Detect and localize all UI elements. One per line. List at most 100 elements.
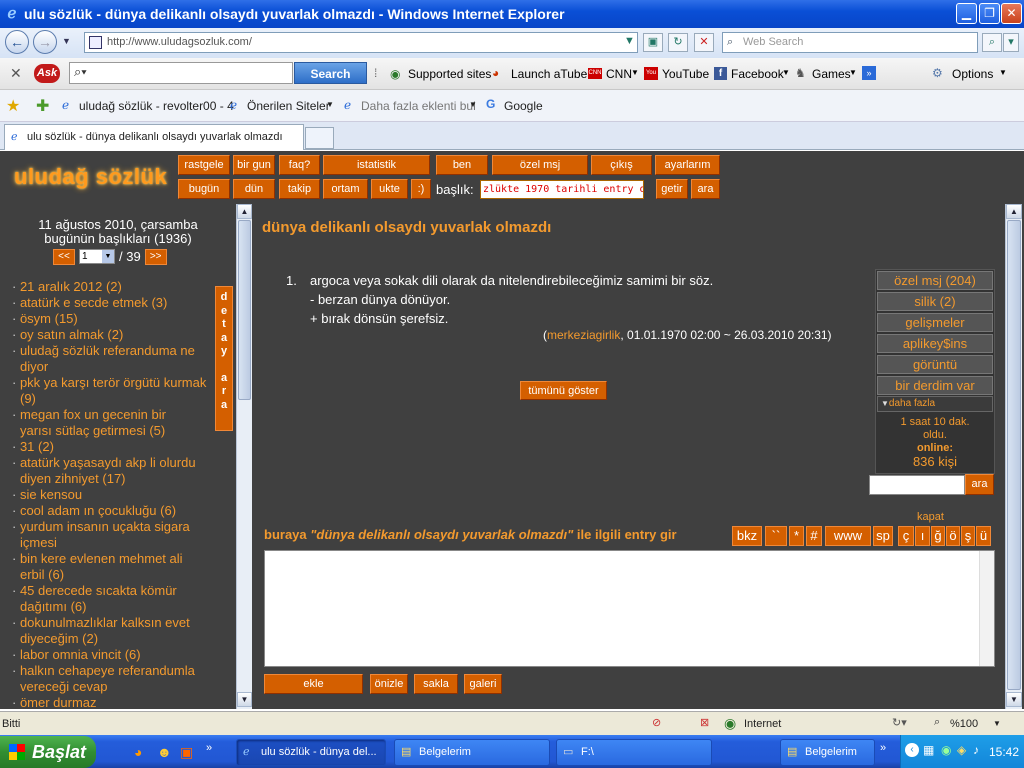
topic-item[interactable]: labor omnia vincit (6)	[12, 647, 227, 663]
tray-app-icon[interactable]: ◉	[941, 743, 951, 757]
bkz-button[interactable]: bkz	[732, 526, 762, 546]
refresh-icon[interactable]: ↻	[668, 33, 688, 52]
clock[interactable]: 15:42	[989, 745, 1019, 759]
char-i-button[interactable]: ı	[915, 526, 930, 546]
sp-button[interactable]: sp	[873, 526, 893, 546]
topic-item[interactable]: cool adam ın çocukluğu (6)	[12, 503, 227, 519]
facebook-dropdown-icon[interactable]: ▼	[782, 68, 790, 77]
zoom-dropdown-icon[interactable]: ▼	[993, 719, 1001, 728]
topic-item[interactable]: oy satın almak (2)	[12, 327, 227, 343]
games-link[interactable]: Games	[812, 67, 851, 81]
sakla-button[interactable]: sakla	[414, 674, 458, 694]
minimize-button[interactable]: ▁	[956, 3, 977, 24]
char-g-button[interactable]: ğ	[931, 526, 945, 546]
popup-blocked-icon[interactable]: ⊠	[700, 716, 709, 729]
taskbar-item-drive[interactable]: ▭ F:\	[556, 739, 712, 766]
topic-item[interactable]: megan fox un gecenin bir yarısı sütlaç g…	[12, 407, 227, 439]
scroll-up-icon[interactable]: ▲	[1006, 204, 1022, 219]
protected-mode-icon[interactable]: ↻▾	[892, 716, 907, 729]
topic-item[interactable]: 31 (2)	[12, 439, 227, 455]
cnn-link[interactable]: CNN	[606, 67, 632, 81]
volume-icon[interactable]: ♪	[973, 743, 979, 757]
www-button[interactable]: www	[825, 526, 871, 546]
facebook-link[interactable]: Facebook	[731, 67, 784, 81]
add-favorites-icon[interactable]: ✚	[36, 96, 49, 116]
close-button[interactable]: ✕	[1001, 3, 1022, 24]
quicklaunch-icon[interactable]: ◕	[134, 744, 142, 760]
entry-textarea[interactable]	[264, 550, 995, 667]
tab-active[interactable]: ℯ ulu sözlük - dünya delikanlı olsaydı y…	[4, 124, 304, 150]
right-search-button[interactable]: ara	[965, 474, 994, 495]
favorite-link-1[interactable]: uludağ sözlük - revolter00 - 4	[79, 99, 234, 113]
taskbar-item-belgelerim[interactable]: ▤ Belgelerim	[394, 739, 550, 766]
topic-item[interactable]: pkk ya karşı terör örgütü kurmak (9)	[12, 375, 227, 407]
entry-author-link[interactable]: merkeziagirlik	[547, 328, 620, 342]
goruntu-link[interactable]: görüntü	[877, 355, 993, 374]
window-title-bar[interactable]: ℯ ulu sözlük - dünya delikanlı olsaydı y…	[0, 0, 1024, 28]
onizle-button[interactable]: önizle	[370, 674, 408, 694]
page-select[interactable]: 1 ▼	[79, 249, 115, 264]
pager-prev-button[interactable]: <<	[53, 248, 75, 265]
tray-collapse-icon[interactable]: ‹	[905, 743, 919, 757]
menu-ortam[interactable]: ortam	[323, 179, 368, 199]
kapat-link[interactable]: kapat	[917, 511, 944, 523]
menu-bugun[interactable]: bugün	[178, 179, 230, 199]
youtube-link[interactable]: YouTube	[662, 67, 709, 81]
launch-atube-link[interactable]: Launch aTube	[511, 67, 587, 81]
gelismeler-link[interactable]: gelişmeler	[877, 313, 993, 332]
page-scrollbar[interactable]: ▲ ▼	[1005, 204, 1022, 709]
menu-bir-gun[interactable]: bir gun	[233, 155, 275, 175]
daha-fazla-toggle[interactable]: ▼daha fazla	[877, 396, 993, 412]
backtick-button[interactable]: ``	[765, 526, 787, 546]
tray-app-icon[interactable]: ◈	[957, 743, 966, 757]
menu-smiley[interactable]: :)	[411, 179, 431, 199]
char-o-button[interactable]: ö	[946, 526, 960, 546]
favorite-link-4[interactable]: Google	[504, 99, 543, 113]
cnn-dropdown-icon[interactable]: ▼	[631, 68, 639, 77]
fav2-dropdown-icon[interactable]: ▼	[326, 100, 334, 109]
search-options-icon[interactable]: ▾	[1003, 33, 1019, 52]
bir-derdim-var-link[interactable]: bir derdim var	[877, 376, 993, 395]
web-search-input[interactable]: ⌕ Web Search	[722, 32, 978, 53]
maximize-button[interactable]: ❐	[979, 3, 1000, 24]
scroll-thumb[interactable]	[238, 220, 251, 400]
quicklaunch-icon[interactable]: ☻	[157, 744, 172, 760]
menu-faq[interactable]: faq?	[279, 155, 320, 175]
recent-pages-chevron-icon[interactable]: ▼	[62, 36, 71, 46]
favorite-link-2[interactable]: Önerilen Siteler	[247, 99, 330, 113]
new-tab-button[interactable]	[305, 127, 334, 149]
detayli-ara-button[interactable]: d e t a y a r a	[215, 286, 233, 431]
menu-ukte[interactable]: ukte	[371, 179, 408, 199]
fav3-dropdown-icon[interactable]: ▼	[469, 100, 477, 109]
baslik-input[interactable]: zlükte 1970 tarihli entry olması	[480, 180, 644, 199]
textarea-scrollbar[interactable]	[979, 551, 994, 666]
menu-ben[interactable]: ben	[436, 155, 488, 175]
address-bar[interactable]: http://www.uludagsozluk.com/	[84, 32, 638, 53]
favorite-link-3[interactable]: Daha fazla eklenti bul	[361, 99, 476, 113]
forward-button[interactable]: →	[33, 30, 57, 54]
topic-item[interactable]: ömer durmaz	[12, 695, 227, 711]
menu-dun[interactable]: dün	[233, 179, 275, 199]
topic-title[interactable]: dünya delikanlı olsaydı yuvarlak olmazdı	[262, 219, 551, 236]
topic-item[interactable]: 45 derecede sıcakta kömür dağıtımı (6)	[12, 583, 227, 615]
ozel-msj-link[interactable]: özel msj (204)	[877, 271, 993, 290]
topic-item[interactable]: uludağ sözlük referanduma ne diyor	[12, 343, 227, 375]
menu-istatistik[interactable]: istatistik	[323, 155, 430, 175]
char-c-button[interactable]: ç	[898, 526, 914, 546]
taskbar-item-ie[interactable]: ℯ ulu sözlük - dünya del...	[236, 739, 386, 766]
silik-link[interactable]: silik (2)	[877, 292, 993, 311]
topic-item[interactable]: atatürk e secde etmek (3)	[12, 295, 227, 311]
back-button[interactable]: ←	[5, 30, 29, 54]
menu-cikis[interactable]: çıkış	[591, 155, 652, 175]
menu-takip[interactable]: takip	[279, 179, 320, 199]
pager-next-button[interactable]: >>	[144, 248, 167, 265]
options-link[interactable]: Options	[952, 67, 993, 81]
char-u-button[interactable]: ü	[976, 526, 991, 546]
getir-button[interactable]: getir	[656, 179, 688, 199]
topic-item[interactable]: bin kere evlenen mehmet ali erbil (6)	[12, 551, 227, 583]
topic-item[interactable]: halkın cehapeye referandumla vereceği ce…	[12, 663, 227, 695]
options-dropdown-icon[interactable]: ▼	[999, 68, 1007, 77]
menu-rastgele[interactable]: rastgele	[178, 155, 230, 175]
char-s-button[interactable]: ş	[961, 526, 975, 546]
hash-button[interactable]: #	[806, 526, 822, 546]
